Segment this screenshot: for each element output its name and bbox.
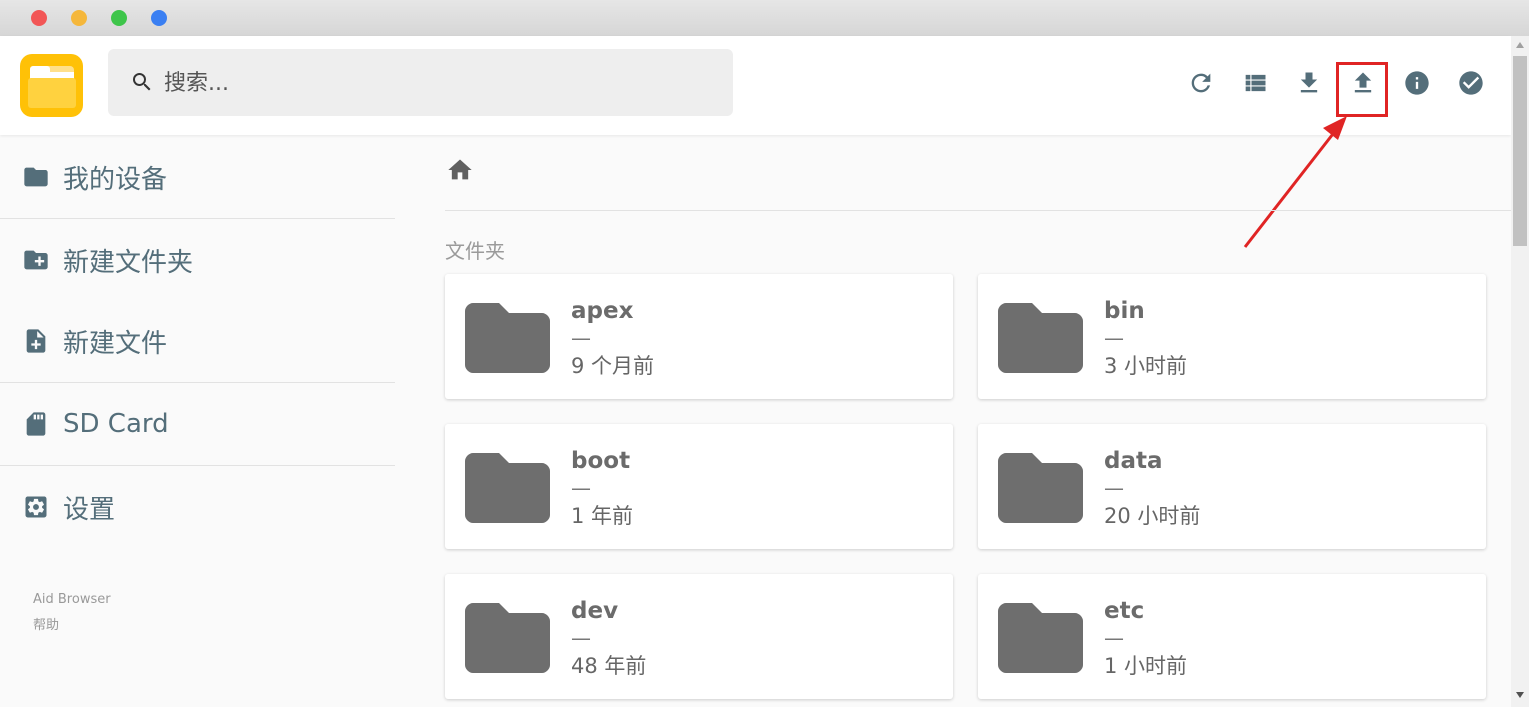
upload-highlight-box: [1336, 62, 1388, 117]
help-link[interactable]: 帮助: [33, 614, 59, 633]
folder-card[interactable]: etc — 1 小时前: [978, 574, 1486, 699]
folder-modified: 9 个月前: [571, 354, 655, 378]
refresh-button[interactable]: [1186, 70, 1216, 100]
folder-card[interactable]: data — 20 小时前: [978, 424, 1486, 549]
folder-card[interactable]: apex — 9 个月前: [445, 274, 953, 399]
vertical-scrollbar[interactable]: [1511, 36, 1529, 707]
folder-icon: [465, 601, 550, 673]
section-title: 文件夹: [445, 239, 505, 263]
list-view-button[interactable]: [1240, 70, 1270, 100]
breadcrumb-home-button[interactable]: [446, 156, 474, 184]
app-name-text: Aid Browser: [33, 592, 111, 607]
refresh-icon: [1187, 69, 1215, 101]
home-icon: [446, 159, 474, 188]
folder-card[interactable]: boot — 1 年前: [445, 424, 953, 549]
search-input[interactable]: [164, 65, 704, 101]
info-icon: [1403, 69, 1431, 101]
folder-size: —: [571, 326, 591, 350]
sidebar-item-settings[interactable]: 设置: [0, 466, 395, 548]
folder-name: data: [1104, 448, 1163, 474]
folder-size: —: [1104, 476, 1124, 500]
folder-modified: 3 小时前: [1104, 354, 1188, 378]
folder-name: etc: [1104, 598, 1145, 624]
folder-name: apex: [571, 298, 634, 324]
new-file-icon: [22, 327, 50, 355]
sidebar-item-label: 新建文件夹: [63, 247, 194, 278]
sd-card-icon: [22, 410, 50, 438]
sidebar-item-sd-card[interactable]: SD Card: [0, 383, 395, 465]
select-all-button[interactable]: [1456, 70, 1486, 100]
window-minimize-button[interactable]: [71, 10, 87, 26]
sidebar-item-new-file[interactable]: 新建文件: [0, 300, 395, 382]
folder-icon: [22, 163, 50, 191]
folder-modified: 48 年前: [571, 654, 647, 678]
folder-modified: 1 年前: [571, 504, 634, 528]
search-box[interactable]: [108, 49, 733, 116]
download-icon: [1295, 69, 1323, 101]
folder-name: boot: [571, 448, 631, 474]
folder-icon: [465, 301, 550, 373]
sidebar: 我的设备 新建文件夹 新建文件 SD Card 设置 Aid Browser 帮…: [0, 135, 395, 707]
folder-card[interactable]: bin — 3 小时前: [978, 274, 1486, 399]
folder-name: dev: [571, 598, 619, 624]
info-button[interactable]: [1402, 70, 1432, 100]
breadcrumb-divider: [445, 210, 1511, 211]
sidebar-item-label: SD Card: [63, 409, 169, 439]
check-circle-icon: [1457, 69, 1485, 101]
settings-icon: [22, 493, 50, 521]
folder-size: —: [571, 626, 591, 650]
folder-size: —: [571, 476, 591, 500]
search-icon: [130, 70, 154, 94]
folder-icon: [465, 451, 550, 523]
sidebar-item-label: 设置: [63, 494, 116, 525]
folder-icon: [998, 301, 1083, 373]
new-folder-icon: [22, 246, 50, 274]
window-titlebar: [0, 0, 1529, 36]
download-button[interactable]: [1294, 70, 1324, 100]
folder-size: —: [1104, 626, 1124, 650]
window-close-button[interactable]: [31, 10, 47, 26]
app-logo-icon: [20, 54, 83, 117]
folder-modified: 1 小时前: [1104, 654, 1188, 678]
folder-modified: 20 小时前: [1104, 504, 1201, 528]
folder-size: —: [1104, 326, 1124, 350]
sidebar-item-new-folder[interactable]: 新建文件夹: [0, 219, 395, 301]
app-header: [0, 36, 1511, 135]
folder-card[interactable]: dev — 48 年前: [445, 574, 953, 699]
sidebar-item-label: 新建文件: [63, 328, 168, 359]
scroll-up-arrow-icon[interactable]: [1516, 42, 1524, 48]
list-view-icon: [1241, 69, 1269, 101]
scroll-thumb[interactable]: [1513, 56, 1527, 246]
folder-name: bin: [1104, 298, 1145, 324]
sidebar-item-my-device[interactable]: 我的设备: [0, 136, 395, 218]
folder-icon: [998, 601, 1083, 673]
sidebar-item-label: 我的设备: [63, 164, 168, 195]
window-extra-button[interactable]: [151, 10, 167, 26]
folder-icon: [998, 451, 1083, 523]
scroll-down-arrow-icon[interactable]: [1516, 692, 1524, 698]
window-maximize-button[interactable]: [111, 10, 127, 26]
